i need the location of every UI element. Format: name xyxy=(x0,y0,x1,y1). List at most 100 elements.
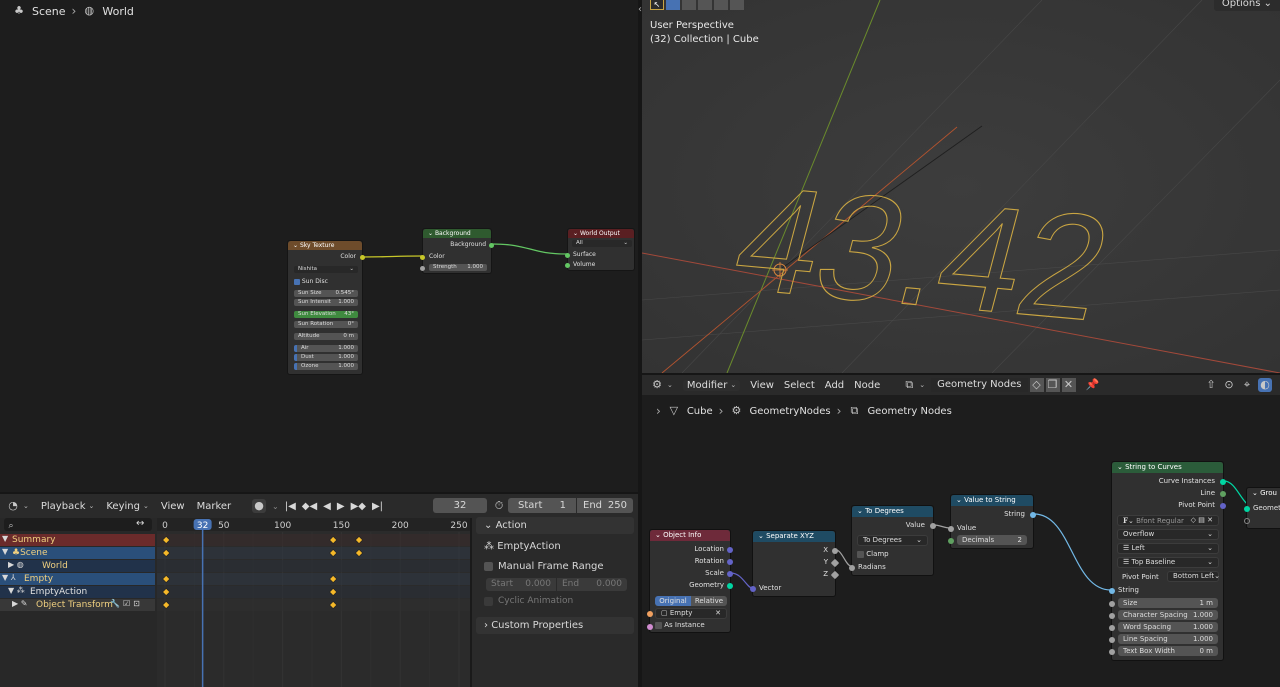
select-box-new-icon[interactable] xyxy=(666,0,680,10)
select-box-extend-icon[interactable] xyxy=(682,0,696,10)
relative-button[interactable]: Relative xyxy=(691,596,727,606)
vector-socket[interactable] xyxy=(750,586,756,592)
select-box-invert-icon[interactable] xyxy=(714,0,728,10)
collapse-arrow-icon[interactable]: ▶ ◍ xyxy=(8,560,24,569)
sky-texture-node[interactable]: ⌄ Sky Texture Color Nishita ⌄ Sun Disc Su… xyxy=(287,240,365,375)
volume-socket[interactable] xyxy=(565,263,570,268)
open-folder-icon[interactable]: ▤ xyxy=(1198,516,1205,524)
pivot-point-select[interactable]: Bottom Left ⌄ xyxy=(1167,571,1220,582)
location-socket[interactable] xyxy=(727,547,733,553)
world-output-node[interactable]: ⌄ World Output All ⌄ Surface Volume xyxy=(565,228,635,271)
fake-user-icon[interactable]: ◇ xyxy=(1191,516,1196,524)
size-field[interactable]: Size 1 m xyxy=(1118,598,1218,608)
to-degrees-node[interactable]: ⌄ To Degrees Value To Degrees ⌄ Clamp Rad… xyxy=(849,505,936,576)
sun-size-field[interactable]: Sun Size 0.545° xyxy=(294,290,358,297)
action-name[interactable]: ⁂ EmptyAction xyxy=(484,541,561,552)
group-empty-socket[interactable] xyxy=(1244,518,1250,524)
object-info-node[interactable]: ⌄ Object Info Location Rotation Scale Ge… xyxy=(647,529,733,633)
expand-channels-icon[interactable]: ↔ xyxy=(136,518,144,529)
line-spacing-socket[interactable] xyxy=(1109,637,1115,643)
geometry-nodes-editor[interactable]: ⚙ ⌄ Modifier ⌄ View Select Add Node ⧉ ⌄ Geo… xyxy=(642,375,1280,687)
channel-empty[interactable]: Empty xyxy=(0,573,155,585)
altitude-field[interactable]: Altitude 0 m xyxy=(294,333,358,340)
strength-field[interactable]: Strength 1.000 xyxy=(429,264,487,271)
group-output-node[interactable]: ⌄ Grou Geomet xyxy=(1244,487,1280,529)
background-node[interactable]: ⌄ Background Background Color Strength 1.… xyxy=(420,228,494,274)
object-input-socket[interactable] xyxy=(647,611,653,617)
dope-sheet[interactable]: ⌕ ↔ Summary ▼ ♣Scene ▼ World ▶ ◍ Empty ▼… xyxy=(0,518,470,687)
line-socket[interactable] xyxy=(1220,491,1226,497)
text-box-width-field[interactable]: Text Box Width 0 m xyxy=(1118,646,1218,656)
custom-properties-header[interactable]: › Custom Properties xyxy=(476,617,634,634)
sun-disc-checkbox[interactable]: Sun Disc xyxy=(294,278,328,285)
play-reverse-icon[interactable]: ◀ xyxy=(323,501,331,512)
font-selector[interactable]: F⌄ Bfont Regular ◇ ▤ ✕ xyxy=(1117,515,1219,526)
expand-arrow-icon[interactable]: ▼ xyxy=(2,534,8,543)
end-frame-field[interactable]: End 250 xyxy=(577,498,633,513)
word-spacing-field[interactable]: Word Spacing 1.000 xyxy=(1118,622,1218,632)
action-icon[interactable]: ▼ ⁂ xyxy=(8,586,25,595)
to-degrees-header[interactable]: ⌄ To Degrees xyxy=(852,506,933,517)
background-color-socket[interactable] xyxy=(420,255,425,260)
overflow-select[interactable]: Overflow ⌄ xyxy=(1117,529,1219,540)
text-box-width-socket[interactable] xyxy=(1109,649,1115,655)
air-field[interactable]: Air 1.000 xyxy=(294,345,358,352)
surface-socket[interactable] xyxy=(565,253,570,258)
object-info-header[interactable]: ⌄ Object Info xyxy=(650,530,730,541)
checkbox-checked-icon[interactable]: ☑ xyxy=(123,599,130,608)
group-output-header[interactable]: ⌄ Grou xyxy=(1247,488,1280,499)
decimals-socket[interactable] xyxy=(948,538,954,544)
x-socket[interactable] xyxy=(832,548,838,554)
3d-viewport[interactable]: 43.42 ↖ Options ⌄ User Perspective (32) … xyxy=(642,0,1280,373)
keying-menu[interactable]: Keying ⌄ xyxy=(106,501,148,512)
radians-socket[interactable] xyxy=(849,565,855,571)
math-operation-select[interactable]: To Degrees ⌄ xyxy=(857,535,928,546)
sun-intensity-field[interactable]: Sun Intensit 1.000 xyxy=(294,299,358,306)
cyclic-animation-checkbox[interactable]: Cyclic Animation xyxy=(484,596,573,606)
jump-start-icon[interactable]: |◀ xyxy=(285,501,296,512)
view-menu[interactable]: View xyxy=(161,501,185,512)
playback-menu[interactable]: Playback ⌄ xyxy=(41,501,95,512)
marker-menu[interactable]: Marker xyxy=(197,501,232,512)
close-icon[interactable]: ✕ xyxy=(1207,516,1213,524)
size-socket[interactable] xyxy=(1109,601,1115,607)
background-strength-socket[interactable] xyxy=(420,266,425,271)
scale-socket[interactable] xyxy=(727,571,733,577)
as-instance-checkbox[interactable]: As Instance xyxy=(655,621,705,629)
modifier-wrench-icon[interactable]: 🔧 xyxy=(110,599,120,608)
object-field[interactable]: ▢ Empty ✕ xyxy=(655,608,727,619)
decimals-field[interactable]: Decimals 2 xyxy=(957,535,1027,545)
original-button[interactable]: Original xyxy=(655,596,691,606)
jump-end-icon[interactable]: ▶| xyxy=(372,501,383,512)
shader-editor[interactable]: ♣ Scene › ◍ World ⌄ Sky Texture Color Ni… xyxy=(0,0,638,492)
keyframe-area[interactable]: 0 50 100 150 200 250 32 xyxy=(157,518,470,687)
lock-icon[interactable]: ⊡ xyxy=(133,599,140,608)
word-spacing-socket[interactable] xyxy=(1109,625,1115,631)
value-to-string-node[interactable]: ⌄ Value to String String Value Decimals 2 xyxy=(948,494,1036,549)
empty-object-icon[interactable]: ▼ ⅄ xyxy=(2,573,16,582)
action-start-field[interactable]: Start 0.000 xyxy=(486,578,556,591)
clamp-checkbox[interactable]: Clamp xyxy=(857,550,889,558)
character-spacing-field[interactable]: Character Spacing 1.000 xyxy=(1118,610,1218,620)
expand-arrow-icon[interactable]: ▼ xyxy=(2,547,8,556)
stopwatch-icon[interactable]: ⏱ xyxy=(492,499,506,513)
separate-xyz-node[interactable]: ⌄ Separate XYZ X Y Z Vector xyxy=(750,530,840,597)
manual-frame-range-checkbox[interactable]: Manual Frame Range xyxy=(484,561,604,572)
background-output-socket[interactable] xyxy=(489,243,494,248)
editor-type-button[interactable]: ◔ ⌄ xyxy=(6,499,29,513)
background-header[interactable]: ⌄ Background xyxy=(423,229,491,238)
options-button[interactable]: Options ⌄ xyxy=(1213,0,1280,11)
string-output-socket[interactable] xyxy=(1030,512,1036,518)
sidebar-divider[interactable] xyxy=(470,518,472,687)
play-icon[interactable]: ▶ xyxy=(337,501,345,512)
value-input-socket[interactable] xyxy=(948,526,954,532)
current-frame-field[interactable]: 32 xyxy=(433,498,487,513)
channel-summary[interactable]: Summary xyxy=(0,534,155,546)
select-tool-icon[interactable]: ↖ xyxy=(650,0,664,10)
record-icon[interactable]: ● xyxy=(252,499,266,513)
action-section-header[interactable]: ⌄ Action xyxy=(476,517,634,534)
channel-scene[interactable]: ♣Scene xyxy=(0,547,155,559)
char-spacing-socket[interactable] xyxy=(1109,613,1115,619)
next-keyframe-icon[interactable]: ▶◆ xyxy=(351,501,366,512)
line-spacing-field[interactable]: Line Spacing 1.000 xyxy=(1118,634,1218,644)
